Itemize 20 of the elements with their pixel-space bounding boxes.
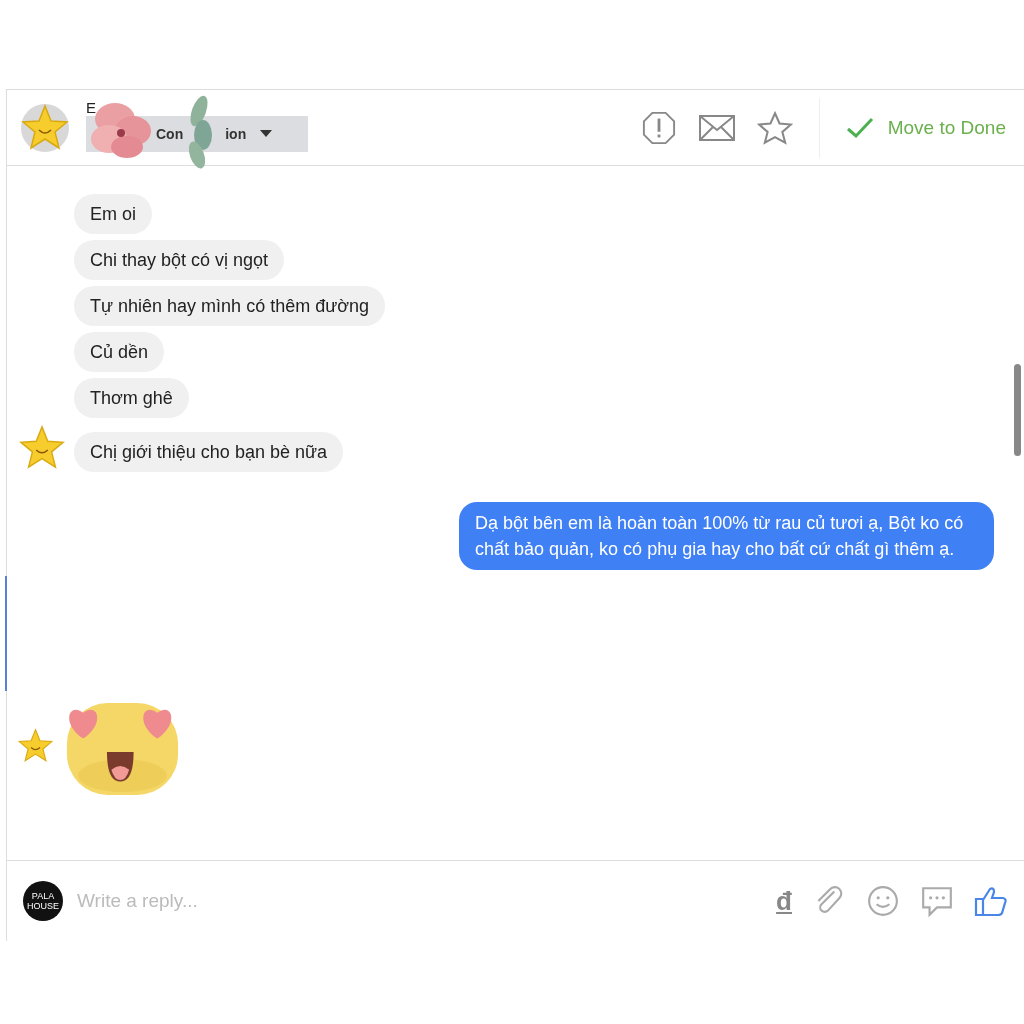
chat-icon[interactable] <box>920 885 954 917</box>
received-message: Em oi <box>74 194 152 234</box>
sent-message: Dạ bột bên em là hoàn toàn 100% từ rau củ tươi ạ, Bột ko có chất bảo quản, ko có phụ gia hay cho bất cứ chất gì thêm ạ. <box>459 502 994 570</box>
caret-icon <box>260 130 273 138</box>
received-message: Củ dền <box>74 332 165 372</box>
thumbs-up-icon[interactable] <box>974 885 1008 917</box>
received-message: Thơm ghê <box>74 378 189 418</box>
star-icon[interactable] <box>756 110 793 145</box>
shop-logo: PALA HOUSE <box>23 881 63 921</box>
contact-name: E <box>86 99 97 116</box>
star-avatar-icon <box>20 102 70 153</box>
emoji-icon[interactable] <box>866 885 900 917</box>
scrollbar[interactable] <box>1014 364 1021 456</box>
currency-button[interactable]: đ <box>776 885 792 917</box>
received-message: Tự nhiên hay mình có thêm đường <box>74 286 386 326</box>
alert-icon[interactable] <box>640 110 677 145</box>
received-message: Chị giới thiệu cho bạn bè nữa <box>74 432 343 472</box>
move-to-done-button[interactable]: Move to Done <box>845 116 1024 139</box>
received-message: Chi thay bột có vị ngọt <box>74 240 285 280</box>
check-icon <box>845 116 874 139</box>
